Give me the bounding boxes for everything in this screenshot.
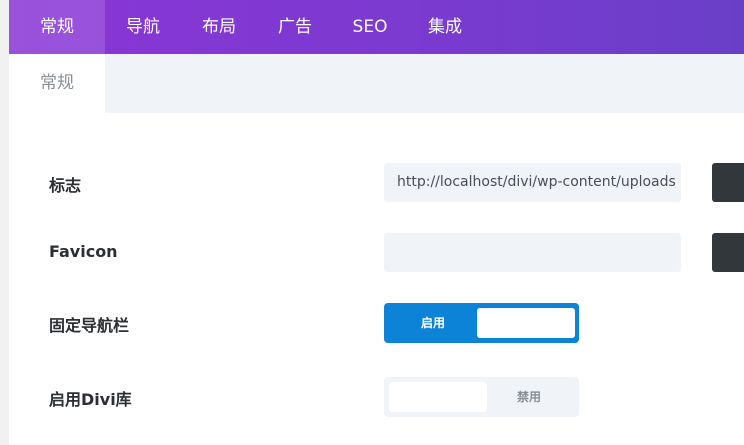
favicon-upload-button[interactable] bbox=[712, 233, 744, 272]
tab-seo[interactable]: SEO bbox=[333, 0, 407, 54]
favicon-label: Favicon bbox=[49, 242, 118, 261]
fixed-nav-toggle[interactable]: 启用 bbox=[384, 303, 579, 343]
toggle-state-label: 启用 bbox=[420, 316, 445, 330]
logo-upload-button[interactable] bbox=[712, 163, 744, 202]
favicon-url-input[interactable] bbox=[384, 233, 681, 272]
theme-options-panel: 常规 导航 布局 广告 SEO 集成 常规 标志 http://localhos… bbox=[9, 0, 744, 445]
divi-library-label: 启用Divi库 bbox=[49, 390, 132, 409]
sub-tab-bar: 常规 bbox=[9, 54, 744, 113]
logo-label: 标志 bbox=[49, 176, 82, 195]
tab-integration[interactable]: 集成 bbox=[407, 0, 483, 54]
tab-general[interactable]: 常规 bbox=[9, 0, 105, 54]
tab-navigation[interactable]: 导航 bbox=[105, 0, 181, 54]
toggle-state-label: 禁用 bbox=[516, 390, 541, 404]
subtab-general[interactable]: 常规 bbox=[9, 54, 105, 113]
fixed-nav-label: 固定导航栏 bbox=[49, 316, 130, 335]
divi-library-toggle[interactable]: 禁用 bbox=[384, 377, 579, 417]
tab-ads[interactable]: 广告 bbox=[257, 0, 333, 54]
main-tab-bar: 常规 导航 布局 广告 SEO 集成 bbox=[9, 0, 744, 54]
tab-layout[interactable]: 布局 bbox=[181, 0, 257, 54]
logo-url-input[interactable]: http://localhost/divi/wp-content/uploads bbox=[384, 163, 681, 202]
toggle-knob bbox=[389, 382, 487, 412]
toggle-knob bbox=[477, 308, 575, 338]
